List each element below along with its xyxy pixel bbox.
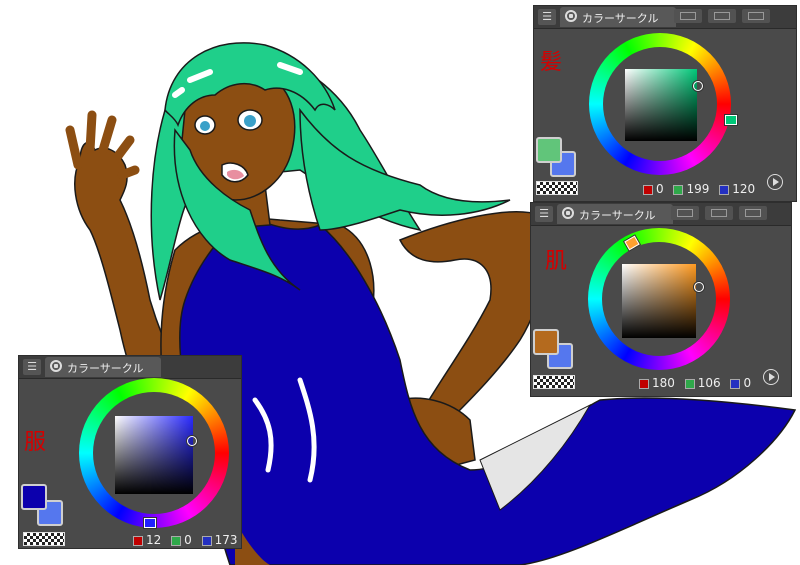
- green-value: 106: [697, 376, 721, 390]
- color-circle-tab-icon: [565, 10, 577, 22]
- panel-tab-bar: ☰ カラーサークル: [19, 356, 241, 379]
- hue-cursor[interactable]: [144, 518, 156, 528]
- sv-cursor[interactable]: [693, 81, 703, 91]
- green-chip: [684, 378, 695, 389]
- intermediate-color-tab-icon[interactable]: [742, 9, 770, 23]
- blue-chip: [201, 535, 212, 546]
- blue-value: 173: [214, 533, 238, 547]
- saturation-value-square[interactable]: [625, 69, 697, 141]
- green-value: 199: [686, 182, 710, 196]
- color-set-tab-icon[interactable]: [705, 206, 733, 220]
- green-chip: [673, 184, 684, 195]
- red-chip: [133, 535, 143, 546]
- tab-label: カラーサークル: [582, 12, 659, 25]
- panel-tab-bar: ☰ カラーサークル: [534, 6, 796, 29]
- rgb-readout: 12 0 173: [127, 533, 237, 547]
- blue-chip: [730, 378, 741, 389]
- main-color-swatch[interactable]: [536, 137, 562, 163]
- left-iris: [200, 121, 210, 131]
- red-chip: [643, 184, 653, 195]
- tab-label: カラーサークル: [579, 209, 656, 222]
- sv-cursor[interactable]: [187, 436, 197, 446]
- menu-icon[interactable]: ☰: [535, 206, 553, 222]
- hue-ring[interactable]: [589, 33, 737, 175]
- sv-cursor[interactable]: [694, 282, 704, 292]
- hair-label: 髪: [540, 50, 563, 75]
- color-circle-tab-icon: [562, 207, 574, 219]
- clothes-label: 服: [24, 430, 47, 455]
- red-value: 0: [656, 182, 664, 196]
- red-chip: [639, 378, 649, 389]
- panel-tab-bar: ☰ カラーサークル: [531, 203, 791, 226]
- hip-arm: [398, 211, 548, 421]
- color-circle-tab-icon: [50, 360, 62, 372]
- tab-color-circle[interactable]: カラーサークル: [560, 7, 676, 27]
- green-value: 0: [184, 533, 192, 547]
- blue-chip: [719, 184, 730, 195]
- skin-label: 肌: [545, 249, 568, 274]
- red-value: 12: [146, 533, 162, 547]
- color-circle-panel-skin[interactable]: ☰ カラーサークル 肌 180 106 0: [530, 202, 792, 397]
- intermediate-color-tab-icon[interactable]: [739, 206, 767, 220]
- main-color-swatch[interactable]: [21, 484, 47, 510]
- hue-ring[interactable]: [588, 228, 730, 370]
- color-circle-panel-clothes[interactable]: ☰ カラーサークル 服 12 0 173: [18, 355, 242, 549]
- tab-color-circle[interactable]: カラーサークル: [45, 357, 161, 377]
- color-slider-tab-icon[interactable]: [671, 206, 699, 220]
- saturation-value-square[interactable]: [622, 264, 696, 338]
- tab-color-circle[interactable]: カラーサークル: [557, 204, 673, 224]
- play-icon[interactable]: [763, 369, 779, 385]
- play-icon[interactable]: [767, 174, 783, 190]
- red-value: 180: [652, 376, 675, 390]
- main-color-swatch[interactable]: [533, 329, 559, 355]
- color-circle-panel-hair[interactable]: ☰ カラーサークル 髪 0 199 120: [533, 5, 797, 202]
- saturation-value-square[interactable]: [115, 416, 193, 494]
- color-set-tab-icon[interactable]: [708, 9, 736, 23]
- color-slider-tab-icon[interactable]: [674, 9, 702, 23]
- blue-value: 0: [743, 376, 752, 390]
- menu-icon[interactable]: ☰: [23, 359, 41, 375]
- transparent-color-swatch[interactable]: [533, 375, 575, 389]
- green-chip: [171, 535, 182, 546]
- hue-cursor[interactable]: [725, 115, 737, 125]
- blue-value: 120: [732, 182, 756, 196]
- hue-ring[interactable]: [79, 378, 229, 528]
- transparent-color-swatch[interactable]: [23, 532, 65, 546]
- tab-label: カラーサークル: [67, 362, 144, 375]
- transparent-color-swatch[interactable]: [536, 181, 578, 195]
- rgb-readout: 0 199 120: [637, 182, 755, 196]
- right-iris: [244, 115, 256, 127]
- menu-icon[interactable]: ☰: [538, 9, 556, 25]
- rgb-readout: 180 106 0: [633, 376, 751, 390]
